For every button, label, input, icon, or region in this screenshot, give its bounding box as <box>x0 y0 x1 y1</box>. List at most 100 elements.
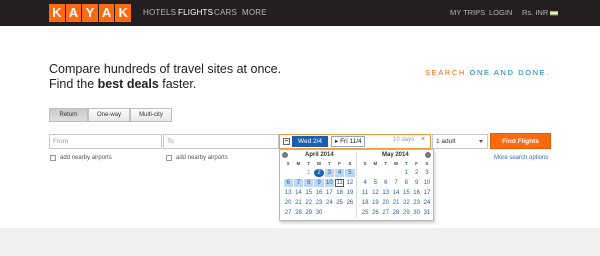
calendar-day[interactable]: 26 <box>345 199 354 207</box>
calendar-day[interactable]: 18 <box>361 199 370 207</box>
calendar-day[interactable]: 20 <box>381 199 390 207</box>
calendar-day[interactable]: 25 <box>335 199 344 207</box>
nav-flights[interactable]: FLIGHTS <box>178 8 213 17</box>
calendar-day[interactable]: 27 <box>381 209 390 217</box>
calendar-empty-cell <box>371 169 380 177</box>
kayak-logo[interactable]: K A Y A K <box>49 4 131 22</box>
calendar-day[interactable]: 9 <box>412 179 421 187</box>
nearby-from-checkbox[interactable] <box>50 155 56 161</box>
calendar-day[interactable]: 8 <box>402 179 411 187</box>
calendar-day[interactable]: 14 <box>391 189 400 197</box>
return-date[interactable]: ▸ Fri 11/4 <box>331 136 365 147</box>
calendar-day[interactable]: 3 <box>422 169 431 177</box>
prev-month-icon[interactable] <box>282 152 288 158</box>
from-input[interactable]: From <box>49 134 162 149</box>
calendar-day[interactable]: 6 <box>283 179 293 187</box>
calendar-day: 1 <box>307 170 311 176</box>
calendar-day[interactable]: 19 <box>371 199 380 207</box>
calendar-day[interactable]: 25 <box>361 209 370 217</box>
calendar-day[interactable]: 15 <box>304 189 313 197</box>
calendar-day[interactable]: 7 <box>391 179 400 187</box>
calendar-day[interactable]: 24 <box>325 199 334 207</box>
calendar-day[interactable]: 2 <box>412 169 421 177</box>
calendar-day[interactable]: 11 <box>334 179 345 187</box>
find-flights-button[interactable]: Find Flights <box>490 133 551 149</box>
calendar-day[interactable]: 10 <box>422 179 431 187</box>
calendar-day[interactable]: 4 <box>334 169 345 177</box>
footer-band <box>0 228 600 256</box>
date-range-field[interactable]: Wed 2/4 ▸ Fri 11/4 10 days × <box>279 134 431 149</box>
calendar-day[interactable]: 28 <box>294 209 303 217</box>
hero-line-1: Compare hundreds of travel sites at once… <box>49 62 282 76</box>
currency-selector[interactable]: Rs. INR <box>522 8 559 17</box>
calendar-day[interactable]: 29 <box>304 209 313 217</box>
calendar-day[interactable]: 23 <box>412 199 421 207</box>
calendar-empty-cell <box>361 169 370 177</box>
calendar-day[interactable]: 13 <box>284 189 293 197</box>
calendar-day[interactable]: 22 <box>402 199 411 207</box>
calendar-day[interactable]: 28 <box>391 209 400 217</box>
calendar-day[interactable]: 8 <box>304 179 314 187</box>
next-month-icon[interactable] <box>425 152 431 158</box>
more-search-options-link[interactable]: More search options <box>494 155 548 161</box>
calendar-day[interactable]: 23 <box>314 199 323 207</box>
calendar-day[interactable]: 27 <box>284 209 293 217</box>
calendar-day[interactable]: 31 <box>422 209 431 217</box>
calendar-day[interactable]: 16 <box>314 189 323 197</box>
nav-login[interactable]: LOGIN <box>489 8 512 17</box>
calendar-day[interactable]: 17 <box>325 189 334 197</box>
calendar-day[interactable]: 4 <box>361 179 370 187</box>
logo-letter: A <box>65 4 82 22</box>
calendar-day[interactable]: 30 <box>314 209 323 217</box>
nav-my-trips[interactable]: MY TRIPS <box>450 8 485 17</box>
calendar-day[interactable]: 7 <box>293 179 304 187</box>
calendar-empty-cell <box>391 169 400 177</box>
logo-letter: K <box>49 4 65 22</box>
depart-date[interactable]: Wed 2/4 <box>292 136 328 147</box>
calendar-day[interactable]: 14 <box>294 189 303 197</box>
tab-return[interactable]: Return <box>49 108 88 122</box>
calendar-icon[interactable] <box>283 138 290 145</box>
travelers-value: 1 adult <box>436 138 456 145</box>
calendar-day[interactable]: 12 <box>371 189 380 197</box>
calendar-day[interactable]: 19 <box>345 189 354 197</box>
nav-hotels[interactable]: HOTELS <box>143 8 176 17</box>
nav-cars[interactable]: CARS <box>214 8 237 17</box>
calendar-day[interactable]: 1 <box>402 169 411 177</box>
calendar-day[interactable]: 5 <box>371 179 380 187</box>
nearby-from-option[interactable]: add nearby airports <box>50 155 112 161</box>
calendar-day[interactable]: 24 <box>422 199 431 207</box>
calendar-day[interactable]: 6 <box>381 179 390 187</box>
to-input[interactable]: To <box>163 134 279 149</box>
calendar-day[interactable]: 17 <box>422 189 431 197</box>
weekday-header-left: S M TWT F S <box>283 161 355 166</box>
chevron-down-icon <box>479 140 483 143</box>
calendar-day[interactable]: 3 <box>324 169 334 177</box>
calendar-day[interactable]: 21 <box>294 199 303 207</box>
calendar-day[interactable]: 20 <box>284 199 293 207</box>
clear-dates-icon[interactable]: × <box>421 136 425 143</box>
calendar-day[interactable]: 5 <box>345 169 355 177</box>
calendar-day[interactable]: 10 <box>324 179 334 187</box>
tab-one-way[interactable]: One-way <box>88 108 130 122</box>
calendar-day[interactable]: 21 <box>391 199 400 207</box>
travelers-select[interactable]: 1 adult <box>432 134 488 149</box>
calendar-day[interactable]: 22 <box>304 199 313 207</box>
calendar-empty-cell <box>294 169 303 177</box>
calendar-day[interactable]: 13 <box>381 189 390 197</box>
nearby-to-option[interactable]: add nearby airports <box>166 155 228 161</box>
nearby-to-checkbox[interactable] <box>166 155 172 161</box>
calendar-day[interactable]: 18 <box>335 189 344 197</box>
calendar-day[interactable]: 9 <box>314 179 324 187</box>
weekday-label: S <box>363 161 367 166</box>
calendar-day[interactable]: 29 <box>402 209 411 217</box>
calendar-day[interactable]: 2 <box>314 169 324 177</box>
tab-multi-city[interactable]: Multi-city <box>130 108 172 122</box>
calendar-day[interactable]: 30 <box>412 209 421 217</box>
calendar-day[interactable]: 16 <box>412 189 421 197</box>
calendar-day[interactable]: 11 <box>361 189 370 197</box>
calendar-day[interactable]: 12 <box>345 179 354 187</box>
calendar-day[interactable]: 15 <box>402 189 411 197</box>
nav-more[interactable]: MORE <box>242 8 267 17</box>
calendar-day[interactable]: 26 <box>371 209 380 217</box>
